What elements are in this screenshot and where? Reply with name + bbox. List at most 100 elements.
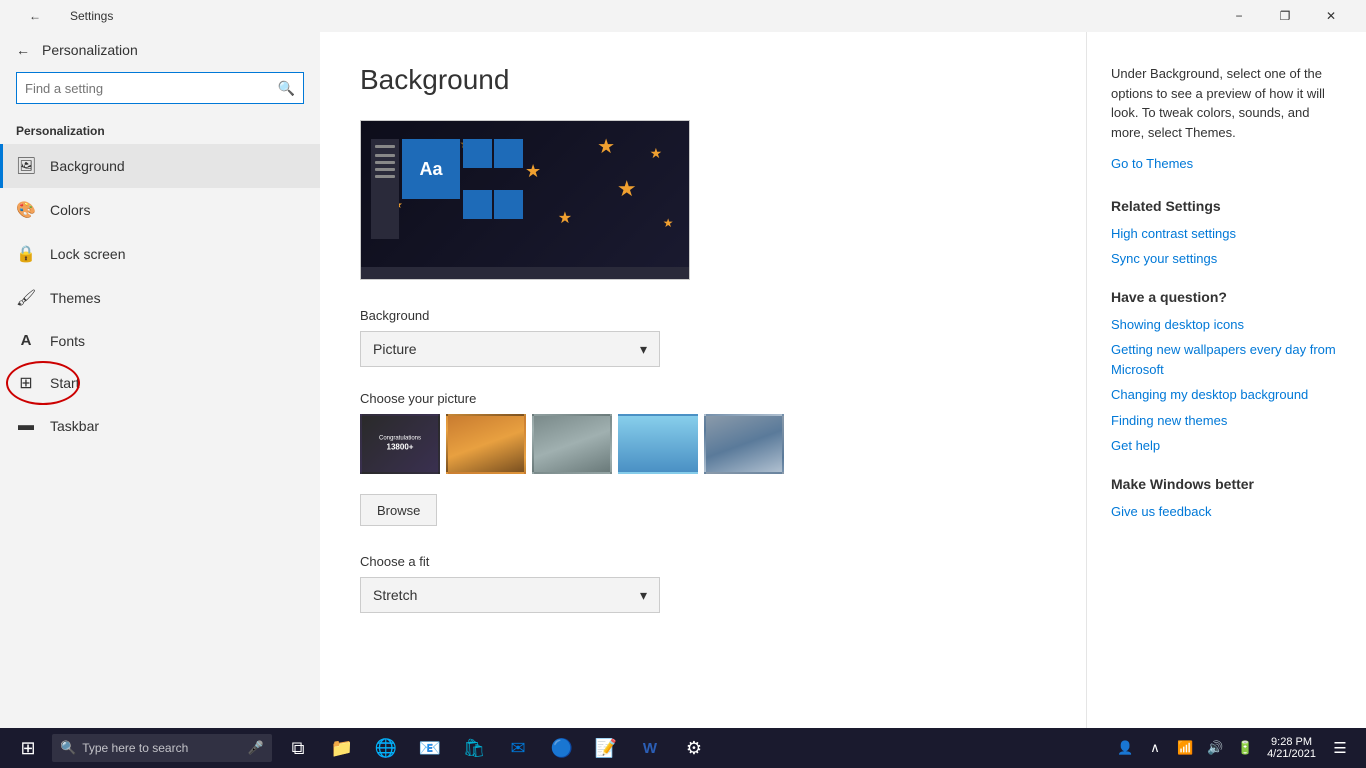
maximize-button[interactable]: ❐	[1262, 0, 1308, 32]
back-button[interactable]: ←	[12, 0, 58, 32]
picture-thumb-3[interactable]	[532, 414, 612, 474]
star-decoration: ★	[558, 208, 572, 228]
preview-list-panel	[371, 139, 399, 239]
clock[interactable]: 9:28 PM 4/21/2021	[1261, 736, 1322, 760]
sidebar-item-themes-label: Themes	[50, 290, 101, 306]
sidebar-item-lock-screen[interactable]: 🔒 Lock screen	[0, 232, 320, 276]
background-select-wrapper: Picture ▾	[360, 331, 660, 367]
sidebar-item-fonts[interactable]: A Fonts	[0, 320, 320, 361]
picture-grid: Congratulations 13800+	[360, 414, 1046, 474]
star-decoration: ★	[650, 145, 663, 162]
get-help-link[interactable]: Get help	[1111, 436, 1342, 456]
sidebar-item-background-label: Background	[50, 158, 125, 174]
title-bar: ← Settings − ❐ ✕	[0, 0, 1366, 32]
sidebar-item-colors[interactable]: 🎨 Colors	[0, 188, 320, 232]
sidebar-item-taskbar-label: Taskbar	[50, 418, 99, 434]
network-icon[interactable]: 📶	[1171, 728, 1199, 768]
taskbar-app-chrome[interactable]: 🔵	[540, 728, 584, 768]
sidebar-item-colors-label: Colors	[50, 202, 90, 218]
browse-button[interactable]: Browse	[360, 494, 437, 526]
taskbar-app-outlook[interactable]: 📧	[408, 728, 452, 768]
clock-time: 9:28 PM	[1267, 736, 1316, 748]
background-select-chevron: ▾	[640, 341, 647, 358]
taskbar-app-store[interactable]: 🛍	[452, 728, 496, 768]
people-icon[interactable]: 👤	[1111, 728, 1139, 768]
fonts-icon: A	[16, 332, 36, 349]
picture-thumb-4[interactable]	[618, 414, 698, 474]
fit-select-wrapper: Stretch ▾	[360, 577, 660, 613]
taskbar-app-settings[interactable]: ⚙	[672, 728, 716, 768]
settings-icon: ⚙	[686, 738, 702, 759]
sidebar-title: Personalization	[42, 42, 138, 58]
volume-icon[interactable]: 🔊	[1201, 728, 1229, 768]
preview-tiles-area: Aa	[371, 139, 523, 239]
background-select-value: Picture	[373, 341, 417, 357]
taskbar-app-edge[interactable]: 🌐	[364, 728, 408, 768]
title-bar-left: ← Settings	[12, 0, 113, 32]
picture-thumb-1[interactable]: Congratulations 13800+	[360, 414, 440, 474]
taskbar-apps: ⧉ 📁 🌐 📧 🛍 ✉ 🔵 📝 W ⚙	[276, 728, 716, 768]
background-field-label: Background	[360, 308, 1046, 323]
chrome-icon: 🔵	[551, 738, 573, 759]
sidebar-search[interactable]: 🔍	[16, 72, 304, 104]
choose-picture-label: Choose your picture	[360, 391, 1046, 406]
high-contrast-link[interactable]: High contrast settings	[1111, 224, 1342, 244]
sidebar-back-button[interactable]: ← Personalization	[0, 32, 320, 68]
showing-icons-link[interactable]: Showing desktop icons	[1111, 315, 1342, 335]
explorer-icon: 📁	[331, 738, 353, 759]
sync-settings-link[interactable]: Sync your settings	[1111, 249, 1342, 269]
chevron-up-icon[interactable]: ∧	[1141, 728, 1169, 768]
start-icon: ⊞	[16, 373, 36, 393]
taskbar-app-word[interactable]: W	[628, 728, 672, 768]
star-decoration: ★	[617, 176, 637, 202]
taskbar-app-sticky[interactable]: 📝	[584, 728, 628, 768]
taskbar-icon: ▬	[16, 417, 36, 435]
taskbar-app-explorer[interactable]: 📁	[320, 728, 364, 768]
finding-themes-link[interactable]: Finding new themes	[1111, 411, 1342, 431]
taskbar: ⊞ 🔍 Type here to search 🎤 ⧉ 📁 🌐 📧 🛍 ✉ 🔵 …	[0, 728, 1366, 768]
clock-date: 4/21/2021	[1267, 748, 1316, 760]
picture-thumb-2[interactable]	[446, 414, 526, 474]
minimize-button[interactable]: −	[1216, 0, 1262, 32]
title-bar-title: Settings	[70, 9, 113, 23]
taskbar-search[interactable]: 🔍 Type here to search 🎤	[52, 734, 272, 762]
background-icon: 🖼	[16, 156, 36, 176]
background-select[interactable]: Picture ▾	[360, 331, 660, 367]
lock-screen-icon: 🔒	[16, 244, 36, 264]
picture-thumb-5[interactable]	[704, 414, 784, 474]
start-button[interactable]: ⊞	[4, 728, 52, 768]
getting-wallpapers-link[interactable]: Getting new wallpapers every day from Mi…	[1111, 340, 1342, 379]
taskbar-mic-icon: 🎤	[248, 740, 264, 756]
preview-inner: ★ ★ ★ ★ ★ ★ ★ ★	[361, 121, 689, 279]
word-icon: W	[643, 740, 657, 757]
close-button[interactable]: ✕	[1308, 0, 1354, 32]
edge-icon: 🌐	[375, 738, 397, 759]
preview-taskbar	[361, 267, 689, 279]
changing-background-link[interactable]: Changing my desktop background	[1111, 385, 1342, 405]
taskbar-app-mail[interactable]: ✉	[496, 728, 540, 768]
go-to-themes-link[interactable]: Go to Themes	[1111, 154, 1342, 174]
taskbar-right: 👤 ∧ 📶 🔊 🔋 9:28 PM 4/21/2021 ☰	[1105, 728, 1362, 768]
mail-icon: ✉	[510, 738, 525, 759]
star-decoration: ★	[525, 161, 541, 182]
battery-icon[interactable]: 🔋	[1231, 728, 1259, 768]
notification-icon[interactable]: ☰	[1324, 728, 1356, 768]
app-body: ← Personalization 🔍 Personalization 🖼 Ba…	[0, 32, 1366, 728]
sidebar: ← Personalization 🔍 Personalization 🖼 Ba…	[0, 32, 320, 728]
sidebar-item-themes[interactable]: 🖌 Themes	[0, 276, 320, 320]
give-feedback-link[interactable]: Give us feedback	[1111, 502, 1342, 522]
page-title: Background	[360, 64, 1046, 96]
store-icon: 🛍	[463, 738, 486, 759]
sidebar-item-background[interactable]: 🖼 Background	[0, 144, 320, 188]
sidebar-item-taskbar[interactable]: ▬ Taskbar	[0, 405, 320, 447]
colors-icon: 🎨	[16, 200, 36, 220]
back-arrow-icon: ←	[16, 42, 30, 58]
sidebar-item-start[interactable]: ⊞ Start	[0, 361, 320, 405]
sidebar-item-fonts-label: Fonts	[50, 333, 85, 349]
related-settings-title: Related Settings	[1111, 198, 1342, 214]
search-input[interactable]	[17, 81, 270, 96]
task-view-icon: ⧉	[292, 738, 305, 759]
themes-icon: 🖌	[16, 288, 36, 308]
taskbar-app-task-view[interactable]: ⧉	[276, 728, 320, 768]
fit-select[interactable]: Stretch ▾	[360, 577, 660, 613]
